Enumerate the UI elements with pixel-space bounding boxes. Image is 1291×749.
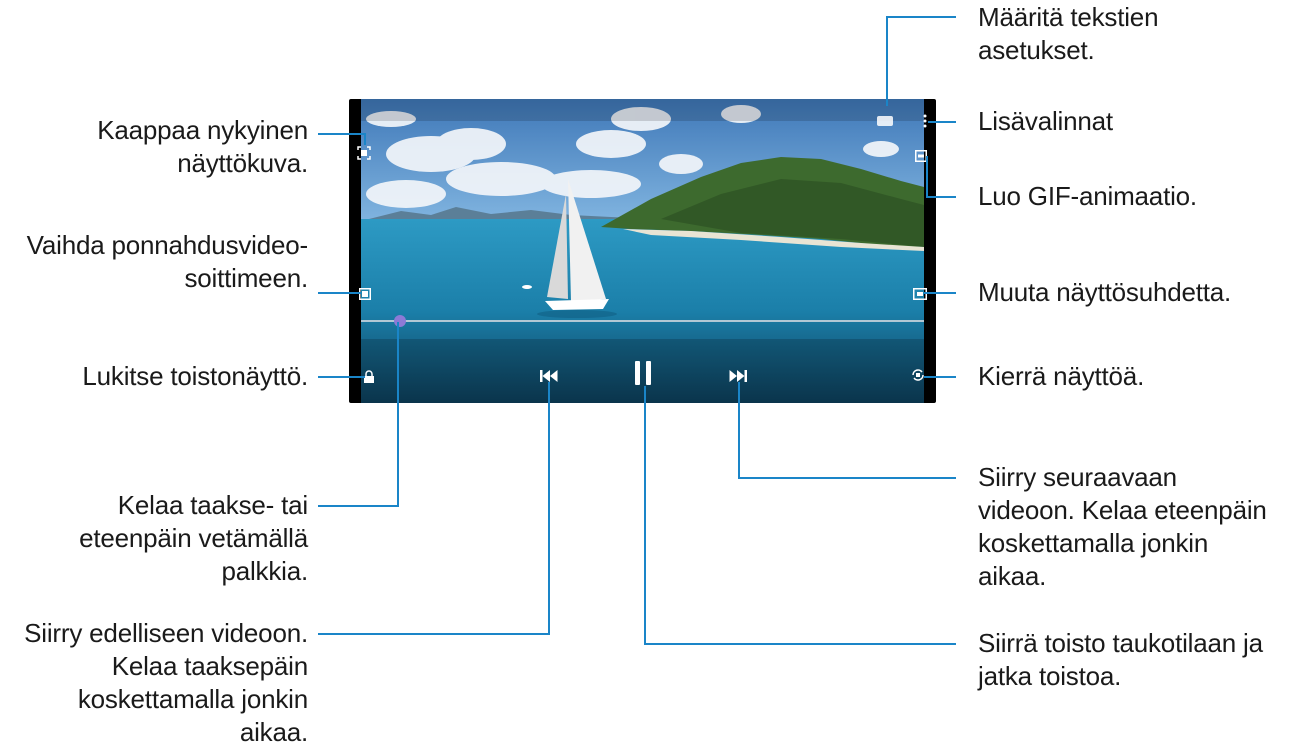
callout-lock: Lukitse toistonäyttö. (82, 360, 308, 393)
callout-seek: Kelaa taakse- tai eteenpäin vetämällä pa… (79, 489, 308, 588)
callout-line: soittimeen. (184, 263, 308, 293)
callout-line: videoon. Kelaa eteenpäin (978, 495, 1267, 525)
callout-line: Siirry seuraavaan (978, 462, 1177, 492)
callout-line: Määritä tekstien (978, 2, 1159, 32)
callout-line: koskettamalla jonkin (978, 528, 1209, 558)
callout-line: eteenpäin vetämällä (79, 523, 308, 553)
subtitles-icon[interactable] (877, 111, 893, 126)
popup-player-icon[interactable] (359, 285, 371, 300)
previous-icon[interactable] (540, 367, 558, 382)
callout-capture: Kaappaa nykyinen näyttökuva. (97, 114, 308, 180)
callout-line: Vaihda ponnahdusvideo- (26, 230, 309, 260)
screenshot-icon[interactable] (357, 145, 371, 160)
leader-seek-v (397, 322, 399, 506)
aspect-ratio-icon[interactable] (913, 285, 927, 300)
callout-line: Kierrä näyttöä. (978, 361, 1145, 391)
leader-popup (318, 292, 361, 294)
callout-line: asetukset. (978, 35, 1095, 65)
video-frame (361, 99, 924, 403)
callout-line: Siirry edelliseen videoon. (24, 618, 308, 648)
leader-previous (318, 633, 550, 635)
callout-line: Muuta näyttösuhdetta. (978, 277, 1232, 307)
callout-line: aikaa. (239, 717, 308, 747)
leader-next-v (738, 382, 740, 478)
callout-line: jatka toistoa. (978, 661, 1122, 691)
callout-line: Lisävalinnat (978, 106, 1113, 136)
callout-gif: Luo GIF-animaatio. (978, 180, 1197, 213)
leader-rotate (924, 376, 956, 378)
callout-previous: Siirry edelliseen videoon. Kelaa taaksep… (24, 617, 308, 749)
video-scene (361, 99, 924, 403)
callout-line: Siirrä toisto taukotilaan ja (978, 628, 1263, 658)
more-options-icon[interactable] (923, 113, 927, 128)
video-player-frame (349, 99, 936, 403)
callout-line: Luo GIF-animaatio. (978, 181, 1197, 211)
leader-ratio (924, 292, 956, 294)
leader-text-v (886, 16, 888, 106)
leader-text (886, 16, 956, 18)
callout-line: Kelaa taakse- tai (117, 490, 308, 520)
callout-popup: Vaihda ponnahdusvideo- soittimeen. (26, 229, 309, 295)
callout-pause: Siirrä toisto taukotilaan ja jatka toist… (978, 627, 1263, 693)
leader-pause (644, 643, 956, 645)
leader-previous-v (548, 382, 550, 634)
leader-lock (318, 376, 365, 378)
callout-line: palkkia. (221, 556, 308, 586)
callout-more-options: Lisävalinnat (978, 105, 1113, 138)
leader-next (738, 477, 956, 479)
callout-line: koskettamalla jonkin (77, 684, 308, 714)
callout-line: näyttökuva. (177, 148, 308, 178)
callout-line: Kelaa taaksepäin (111, 651, 308, 681)
leader-pause-v (644, 386, 646, 644)
callout-line: Lukitse toistonäyttö. (82, 361, 308, 391)
leader-gif (926, 196, 956, 198)
leader-capture (318, 133, 365, 135)
pause-icon[interactable] (633, 361, 653, 385)
leader-seek (318, 505, 399, 507)
callout-ratio: Muuta näyttösuhdetta. (978, 276, 1231, 309)
callout-line: aikaa. (978, 561, 1047, 591)
leader-capture-v (364, 133, 366, 145)
callout-next: Siirry seuraavaan videoon. Kelaa eteenpä… (978, 461, 1267, 593)
rotate-icon[interactable] (911, 367, 925, 381)
callout-text-settings: Määritä tekstien asetukset. (978, 1, 1159, 67)
leader-more (928, 121, 956, 123)
callout-line: Kaappaa nykyinen (97, 115, 308, 145)
next-icon[interactable] (729, 367, 747, 382)
leader-gif-v (926, 156, 928, 197)
callout-rotate: Kierrä näyttöä. (978, 360, 1144, 393)
